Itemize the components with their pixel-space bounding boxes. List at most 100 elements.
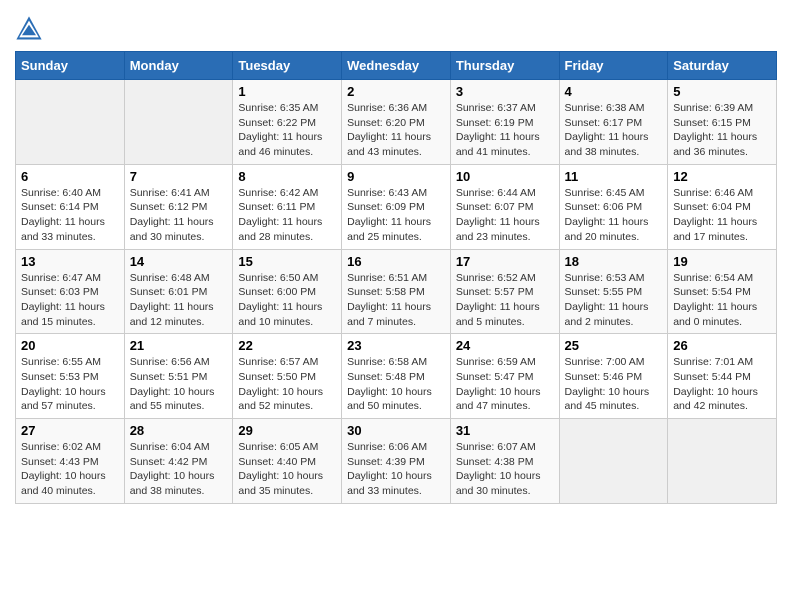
day-number: 26 <box>673 338 771 353</box>
day-number: 18 <box>565 254 663 269</box>
day-number: 15 <box>238 254 336 269</box>
day-info: Sunrise: 6:58 AM Sunset: 5:48 PM Dayligh… <box>347 355 445 414</box>
calendar-cell: 7Sunrise: 6:41 AM Sunset: 6:12 PM Daylig… <box>124 164 233 249</box>
day-number: 29 <box>238 423 336 438</box>
calendar-week-4: 20 Sunrise: 6:55 AM Sunset: 5:53 PM Dayli… <box>16 334 777 419</box>
calendar-cell <box>668 419 777 504</box>
day-info: Sunrise: 6:43 AM Sunset: 6:09 PM Dayligh… <box>347 186 445 245</box>
day-number: 13 <box>21 254 119 269</box>
calendar-cell: 29 Sunrise: 6:05 AM Sunset: 4:40 PM Dayli… <box>233 419 342 504</box>
header-wednesday: Wednesday <box>342 52 451 80</box>
day-number: 17 <box>456 254 554 269</box>
day-info: Sunrise: 6:54 AM Sunset: 5:54 PM Dayligh… <box>673 271 771 330</box>
calendar-cell: 30 Sunrise: 6:06 AM Sunset: 4:39 PM Dayli… <box>342 419 451 504</box>
day-number: 2 <box>347 84 445 99</box>
day-info: Sunrise: 6:02 AM Sunset: 4:43 PM Dayligh… <box>21 440 119 499</box>
day-number: 7 <box>130 169 228 184</box>
day-number: 3 <box>456 84 554 99</box>
calendar-cell: 19 Sunrise: 6:54 AM Sunset: 5:54 PM Dayli… <box>668 249 777 334</box>
calendar-cell: 25Sunrise: 7:00 AM Sunset: 5:46 PM Dayli… <box>559 334 668 419</box>
day-number: 27 <box>21 423 119 438</box>
calendar-cell: 24 Sunrise: 6:59 AM Sunset: 5:47 PM Dayli… <box>450 334 559 419</box>
day-number: 9 <box>347 169 445 184</box>
logo-icon <box>15 15 43 43</box>
day-number: 1 <box>238 84 336 99</box>
day-info: Sunrise: 6:06 AM Sunset: 4:39 PM Dayligh… <box>347 440 445 499</box>
calendar-cell <box>16 80 125 165</box>
calendar-week-2: 6 Sunrise: 6:40 AM Sunset: 6:14 PM Daylig… <box>16 164 777 249</box>
calendar-header-row: SundayMondayTuesdayWednesdayThursdayFrid… <box>16 52 777 80</box>
day-number: 10 <box>456 169 554 184</box>
logo <box>15 15 45 43</box>
calendar-cell: 11 Sunrise: 6:45 AM Sunset: 6:06 PM Dayli… <box>559 164 668 249</box>
calendar-cell: 2 Sunrise: 6:36 AM Sunset: 6:20 PM Daylig… <box>342 80 451 165</box>
calendar-cell: 31 Sunrise: 6:07 AM Sunset: 4:38 PM Dayli… <box>450 419 559 504</box>
day-number: 20 <box>21 338 119 353</box>
page-header <box>15 10 777 43</box>
calendar-cell <box>124 80 233 165</box>
day-number: 30 <box>347 423 445 438</box>
day-info: Sunrise: 6:07 AM Sunset: 4:38 PM Dayligh… <box>456 440 554 499</box>
day-number: 12 <box>673 169 771 184</box>
calendar-cell: 3 Sunrise: 6:37 AM Sunset: 6:19 PM Daylig… <box>450 80 559 165</box>
day-info: Sunrise: 6:51 AM Sunset: 5:58 PM Dayligh… <box>347 271 445 330</box>
day-number: 4 <box>565 84 663 99</box>
day-info: Sunrise: 7:01 AM Sunset: 5:44 PM Dayligh… <box>673 355 771 414</box>
header-friday: Friday <box>559 52 668 80</box>
calendar-cell: 22Sunrise: 6:57 AM Sunset: 5:50 PM Dayli… <box>233 334 342 419</box>
calendar-cell: 9 Sunrise: 6:43 AM Sunset: 6:09 PM Daylig… <box>342 164 451 249</box>
day-number: 31 <box>456 423 554 438</box>
day-info: Sunrise: 6:04 AM Sunset: 4:42 PM Dayligh… <box>130 440 228 499</box>
calendar-cell: 17 Sunrise: 6:52 AM Sunset: 5:57 PM Dayli… <box>450 249 559 334</box>
calendar-cell: 12Sunrise: 6:46 AM Sunset: 6:04 PM Dayli… <box>668 164 777 249</box>
day-info: Sunrise: 6:05 AM Sunset: 4:40 PM Dayligh… <box>238 440 336 499</box>
day-info: Sunrise: 6:48 AM Sunset: 6:01 PM Dayligh… <box>130 271 228 330</box>
day-info: Sunrise: 6:45 AM Sunset: 6:06 PM Dayligh… <box>565 186 663 245</box>
day-number: 6 <box>21 169 119 184</box>
calendar-cell: 10 Sunrise: 6:44 AM Sunset: 6:07 PM Dayli… <box>450 164 559 249</box>
header-saturday: Saturday <box>668 52 777 80</box>
day-number: 11 <box>565 169 663 184</box>
day-info: Sunrise: 6:40 AM Sunset: 6:14 PM Dayligh… <box>21 186 119 245</box>
calendar-cell: 15Sunrise: 6:50 AM Sunset: 6:00 PM Dayli… <box>233 249 342 334</box>
calendar-table: SundayMondayTuesdayWednesdayThursdayFrid… <box>15 51 777 504</box>
day-info: Sunrise: 6:59 AM Sunset: 5:47 PM Dayligh… <box>456 355 554 414</box>
calendar-cell: 13Sunrise: 6:47 AM Sunset: 6:03 PM Dayli… <box>16 249 125 334</box>
day-info: Sunrise: 6:35 AM Sunset: 6:22 PM Dayligh… <box>238 101 336 160</box>
day-number: 5 <box>673 84 771 99</box>
calendar-cell: 6 Sunrise: 6:40 AM Sunset: 6:14 PM Daylig… <box>16 164 125 249</box>
header-sunday: Sunday <box>16 52 125 80</box>
day-info: Sunrise: 6:42 AM Sunset: 6:11 PM Dayligh… <box>238 186 336 245</box>
day-number: 28 <box>130 423 228 438</box>
calendar-week-3: 13Sunrise: 6:47 AM Sunset: 6:03 PM Dayli… <box>16 249 777 334</box>
calendar-cell: 20 Sunrise: 6:55 AM Sunset: 5:53 PM Dayli… <box>16 334 125 419</box>
day-info: Sunrise: 6:37 AM Sunset: 6:19 PM Dayligh… <box>456 101 554 160</box>
day-info: Sunrise: 6:39 AM Sunset: 6:15 PM Dayligh… <box>673 101 771 160</box>
calendar-cell: 4Sunrise: 6:38 AM Sunset: 6:17 PM Daylig… <box>559 80 668 165</box>
day-number: 14 <box>130 254 228 269</box>
calendar-cell: 8Sunrise: 6:42 AM Sunset: 6:11 PM Daylig… <box>233 164 342 249</box>
calendar-cell: 21Sunrise: 6:56 AM Sunset: 5:51 PM Dayli… <box>124 334 233 419</box>
day-number: 21 <box>130 338 228 353</box>
calendar-cell: 23Sunrise: 6:58 AM Sunset: 5:48 PM Dayli… <box>342 334 451 419</box>
day-info: Sunrise: 6:36 AM Sunset: 6:20 PM Dayligh… <box>347 101 445 160</box>
day-info: Sunrise: 6:57 AM Sunset: 5:50 PM Dayligh… <box>238 355 336 414</box>
calendar-cell: 26 Sunrise: 7:01 AM Sunset: 5:44 PM Dayli… <box>668 334 777 419</box>
header-tuesday: Tuesday <box>233 52 342 80</box>
header-thursday: Thursday <box>450 52 559 80</box>
header-monday: Monday <box>124 52 233 80</box>
calendar-cell: 5 Sunrise: 6:39 AM Sunset: 6:15 PM Daylig… <box>668 80 777 165</box>
calendar-week-1: 1 Sunrise: 6:35 AM Sunset: 6:22 PM Daylig… <box>16 80 777 165</box>
day-info: Sunrise: 6:52 AM Sunset: 5:57 PM Dayligh… <box>456 271 554 330</box>
day-info: Sunrise: 6:55 AM Sunset: 5:53 PM Dayligh… <box>21 355 119 414</box>
calendar-cell: 27 Sunrise: 6:02 AM Sunset: 4:43 PM Dayli… <box>16 419 125 504</box>
day-number: 24 <box>456 338 554 353</box>
calendar-cell: 1 Sunrise: 6:35 AM Sunset: 6:22 PM Daylig… <box>233 80 342 165</box>
day-number: 25 <box>565 338 663 353</box>
day-info: Sunrise: 6:44 AM Sunset: 6:07 PM Dayligh… <box>456 186 554 245</box>
calendar-week-5: 27 Sunrise: 6:02 AM Sunset: 4:43 PM Dayli… <box>16 419 777 504</box>
calendar-cell: 16Sunrise: 6:51 AM Sunset: 5:58 PM Dayli… <box>342 249 451 334</box>
calendar-cell: 14 Sunrise: 6:48 AM Sunset: 6:01 PM Dayli… <box>124 249 233 334</box>
day-number: 19 <box>673 254 771 269</box>
day-info: Sunrise: 6:53 AM Sunset: 5:55 PM Dayligh… <box>565 271 663 330</box>
